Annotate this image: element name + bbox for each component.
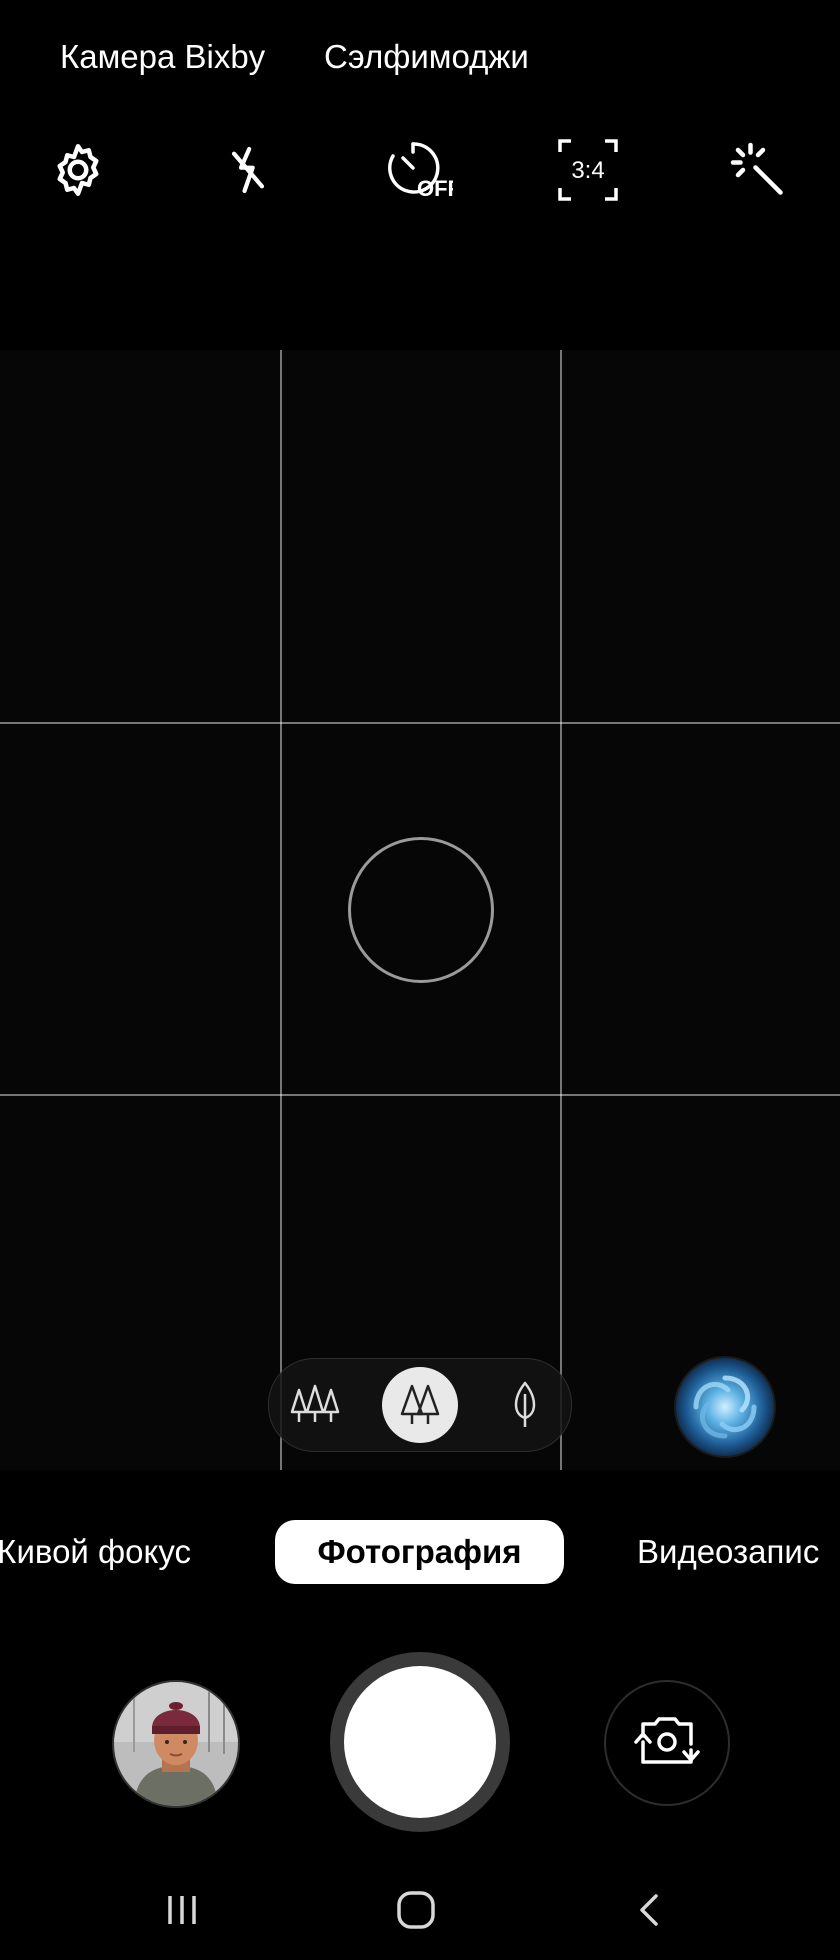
last-photo-thumbnail xyxy=(114,1682,238,1806)
camera-viewfinder[interactable] xyxy=(0,350,840,1470)
grid-line xyxy=(280,350,282,1470)
bixby-vision-button[interactable] xyxy=(674,1356,776,1458)
grid-line xyxy=(0,1094,840,1096)
mode-photo[interactable]: Фотография xyxy=(275,1520,564,1584)
zoom-selector xyxy=(268,1358,572,1452)
settings-button[interactable] xyxy=(28,130,128,210)
back-button[interactable] xyxy=(600,1880,700,1940)
telephoto-icon xyxy=(514,1381,536,1427)
system-navigation-bar xyxy=(0,1880,840,1960)
camera-modes: Живой фокус Фотография Видеозапис xyxy=(0,1520,840,1590)
back-icon xyxy=(640,1894,658,1926)
zoom-normal-button[interactable] xyxy=(382,1367,458,1443)
top-links: Камера Bixby Сэлфимоджи xyxy=(0,0,840,120)
recents-icon xyxy=(168,1896,196,1924)
bixby-vision-icon xyxy=(693,1375,757,1439)
timer-off-icon: OFF xyxy=(388,142,453,201)
camera-toolbar: OFF 3:4 xyxy=(0,130,840,230)
gallery-thumbnail[interactable] xyxy=(112,1680,240,1808)
recent-apps-button[interactable] xyxy=(132,1880,232,1940)
bixby-camera-link[interactable]: Камера Bixby xyxy=(60,38,265,76)
zoom-wide-button[interactable] xyxy=(277,1367,353,1443)
magic-wand-icon xyxy=(730,142,783,195)
grid-line xyxy=(0,722,840,724)
switch-camera-button[interactable] xyxy=(604,1680,730,1806)
filters-button[interactable] xyxy=(708,130,808,210)
home-icon xyxy=(397,1891,435,1929)
home-button[interactable] xyxy=(366,1880,466,1940)
wide-angle-icon xyxy=(290,1384,340,1422)
flash-off-icon xyxy=(231,146,265,194)
zoom-tele-button[interactable] xyxy=(487,1367,563,1443)
mode-video[interactable]: Видеозапис xyxy=(637,1520,819,1584)
timer-off-label: OFF xyxy=(417,176,453,201)
normal-icon xyxy=(400,1384,440,1424)
flash-button[interactable] xyxy=(198,130,298,210)
shutter-button-inner xyxy=(344,1666,496,1818)
aspect-ratio-icon: 3:4 xyxy=(558,139,618,201)
grid-line xyxy=(560,350,562,1470)
aspect-ratio-label: 3:4 xyxy=(571,157,604,184)
timer-button[interactable]: OFF xyxy=(368,130,468,210)
selfimoji-link[interactable]: Сэлфимоджи xyxy=(324,38,529,76)
aspect-ratio-button[interactable]: 3:4 xyxy=(538,130,638,210)
switch-camera-icon xyxy=(634,1717,700,1764)
focus-ring xyxy=(348,837,494,983)
mode-live-focus[interactable]: Живой фокус xyxy=(0,1520,191,1584)
gear-icon xyxy=(57,144,99,196)
shutter-button[interactable] xyxy=(330,1652,510,1832)
